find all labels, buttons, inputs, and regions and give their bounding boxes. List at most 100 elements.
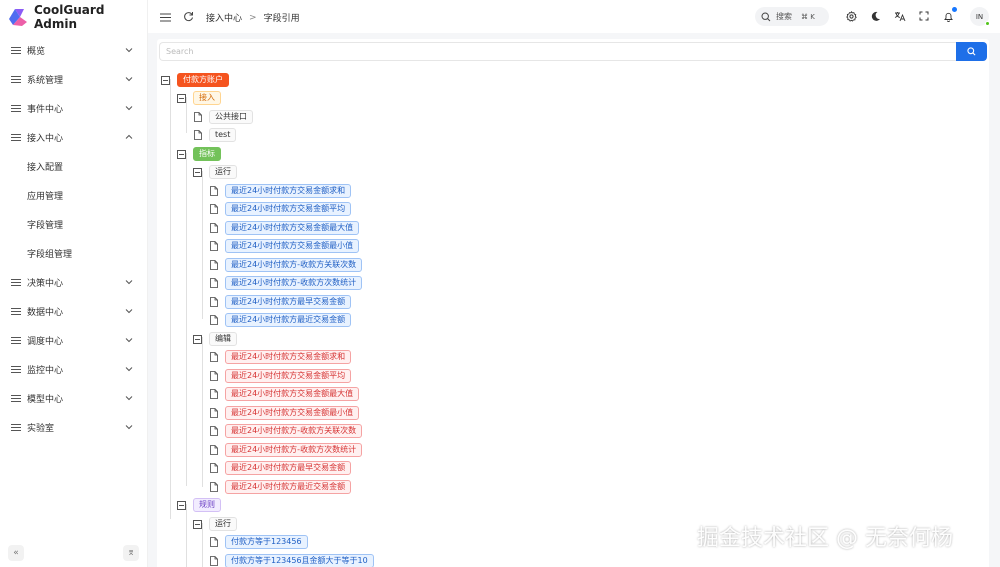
tree-leaf-label[interactable]: 最近24小时付款方交易金额求和 xyxy=(225,350,352,364)
tree-leaf-label[interactable]: 最近24小时付款方交易金额最小值 xyxy=(225,239,360,253)
sidebar-item-label: 调度中心 xyxy=(27,337,64,347)
menu-icon xyxy=(11,278,21,287)
collapse-toggle-icon[interactable] xyxy=(193,519,202,529)
tree-leaf-label[interactable]: 公共接口 xyxy=(209,110,253,124)
tree-leaf-label[interactable]: 最近24小时付款方-收款方关联次数 xyxy=(225,258,363,272)
tree-node-access: 接入 xyxy=(177,89,221,107)
file-icon xyxy=(210,352,218,362)
field-reference-card: Search 付款方账户 接入 公共接口 test 指标 运行 最近24小时付款… xyxy=(157,39,989,567)
search-icon xyxy=(967,47,976,56)
tree-leaf-label[interactable]: 最近24小时付款方交易金额平均 xyxy=(225,202,352,216)
dark-mode-icon[interactable] xyxy=(868,9,882,23)
tree-leaf-label[interactable]: 付款方等于123456且金额大于等于10 xyxy=(225,554,374,567)
collapse-toggle-icon[interactable] xyxy=(177,500,186,510)
tree-leaf-label[interactable]: 最近24小时付款方交易金额平均 xyxy=(225,369,352,383)
tree-node-label[interactable]: 规则 xyxy=(193,498,221,512)
tree-leaf: 最近24小时付款方交易金额最大值 xyxy=(210,385,360,403)
online-status-dot xyxy=(985,21,990,26)
translate-icon[interactable] xyxy=(893,9,907,23)
tree-leaf-label[interactable]: 最近24小时付款方最近交易金额 xyxy=(225,313,352,327)
sidebar-item-models[interactable]: 模型中心 xyxy=(0,384,147,413)
refresh-icon[interactable] xyxy=(181,9,195,23)
sidebar-subitem-field-group-management[interactable]: 字段组管理 xyxy=(0,239,147,268)
collapse-toggle-icon[interactable] xyxy=(161,75,170,85)
sidebar-item-access[interactable]: 接入中心 xyxy=(0,123,147,152)
sidebar-item-overview[interactable]: 概览 xyxy=(0,36,147,65)
tree-leaf-label[interactable]: 付款方等于123456 xyxy=(225,535,308,549)
tree-search-input[interactable]: Search xyxy=(159,42,956,61)
fullscreen-icon[interactable] xyxy=(917,9,931,23)
sidebar-item-label: 数据中心 xyxy=(27,308,64,318)
tree-node-label[interactable]: 编辑 xyxy=(209,332,237,346)
tree-leaf-label[interactable]: 最近24小时付款方最近交易金额 xyxy=(225,480,352,494)
chevron-down-icon xyxy=(125,106,133,111)
search-icon xyxy=(761,11,771,21)
sidebar-item-decision[interactable]: 决策中心 xyxy=(0,268,147,297)
tree-node-rules: 规则 xyxy=(177,496,221,514)
sidebar-item-events[interactable]: 事件中心 xyxy=(0,94,147,123)
tree-leaf-label[interactable]: 最近24小时付款方交易金额最小值 xyxy=(225,406,360,420)
tree-leaf: 最近24小时付款方最早交易金额 xyxy=(210,293,352,311)
tree-leaf: 公共接口 xyxy=(194,108,253,126)
user-avatar[interactable]: IN xyxy=(970,7,990,26)
collapse-sidebar-button[interactable]: « xyxy=(8,545,24,561)
file-icon xyxy=(210,278,218,288)
sidebar-subitem-field-management[interactable]: 字段管理 xyxy=(0,210,147,239)
tree-leaf-label[interactable]: 最近24小时付款方交易金额最大值 xyxy=(225,387,360,401)
menu-toggle-icon[interactable] xyxy=(158,10,172,24)
collapse-toggle-icon[interactable] xyxy=(193,167,202,177)
pin-sidebar-button[interactable]: ⌆ xyxy=(123,545,139,561)
chevron-down-icon xyxy=(125,280,133,285)
settings-icon[interactable] xyxy=(844,9,858,23)
menu-icon xyxy=(11,75,21,84)
collapse-toggle-icon[interactable] xyxy=(193,334,202,344)
tree-node-label[interactable]: 指标 xyxy=(193,147,221,161)
file-icon xyxy=(194,130,202,140)
menu-icon xyxy=(11,104,21,113)
collapse-toggle-icon[interactable] xyxy=(177,149,186,159)
tree-leaf: 最近24小时付款方交易金额最大值 xyxy=(210,219,360,237)
sidebar-footer: « ⌆ xyxy=(8,545,139,561)
tree-node-label[interactable]: 运行 xyxy=(209,517,237,531)
notification-bell-icon[interactable] xyxy=(941,7,957,23)
tree-leaf-label[interactable]: 最近24小时付款方最早交易金额 xyxy=(225,461,352,475)
tree-leaf-label[interactable]: 最近24小时付款方-收款方次数统计 xyxy=(225,443,363,457)
tree-leaf-label[interactable]: 最近24小时付款方交易金额求和 xyxy=(225,184,352,198)
breadcrumb-item-field-reference: 字段引用 xyxy=(263,14,300,24)
sidebar-item-monitoring[interactable]: 监控中心 xyxy=(0,355,147,384)
tree-node-label[interactable]: 接入 xyxy=(193,91,221,105)
file-icon xyxy=(210,445,218,455)
logo-icon xyxy=(8,7,28,27)
global-search-button[interactable]: 搜索 ⌘ K xyxy=(755,7,829,26)
watermark: 掘金技术社区 @ 无奈何杨 xyxy=(697,526,953,551)
tree-leaf-label[interactable]: test xyxy=(209,128,237,142)
sidebar-subitem-app-management[interactable]: 应用管理 xyxy=(0,181,147,210)
tree-leaf-label[interactable]: 最近24小时付款方交易金额最大值 xyxy=(225,221,360,235)
tree-leaf: 最近24小时付款方交易金额最小值 xyxy=(210,237,360,255)
tree-search-button[interactable] xyxy=(956,42,987,61)
breadcrumb-item-access-center[interactable]: 接入中心 xyxy=(206,11,242,24)
tree-node-indicator: 指标 xyxy=(177,145,221,163)
tree-leaf-label[interactable]: 最近24小时付款方-收款方关联次数 xyxy=(225,424,363,438)
sidebar-item-data[interactable]: 数据中心 xyxy=(0,297,147,326)
file-icon xyxy=(210,408,218,418)
tree-leaf-label[interactable]: 最近24小时付款方最早交易金额 xyxy=(225,295,352,309)
tree-leaf-label[interactable]: 最近24小时付款方-收款方次数统计 xyxy=(225,276,363,290)
tree-node-root: 付款方账户 xyxy=(161,71,229,89)
sidebar-subitem-access-config[interactable]: 接入配置 xyxy=(0,152,147,181)
tree-guide-line xyxy=(186,153,187,486)
tree-node-rules-running: 运行 xyxy=(193,515,237,533)
sidebar-item-scheduling[interactable]: 调度中心 xyxy=(0,326,147,355)
logo-row[interactable]: CoolGuard Admin xyxy=(0,0,147,33)
tree-leaf: 最近24小时付款方交易金额求和 xyxy=(210,182,352,200)
tree-guide-line xyxy=(202,337,203,487)
tree-node-label[interactable]: 付款方账户 xyxy=(177,73,229,87)
tree-node-label[interactable]: 运行 xyxy=(209,165,237,179)
menu-icon xyxy=(11,133,21,142)
file-icon xyxy=(194,112,202,122)
file-icon xyxy=(210,537,218,547)
sidebar-item-lab[interactable]: 实验室 xyxy=(0,413,147,442)
sidebar-item-system[interactable]: 系统管理 xyxy=(0,65,147,94)
collapse-toggle-icon[interactable] xyxy=(177,93,186,103)
tree-node-indicator-editing: 编辑 xyxy=(193,330,237,348)
